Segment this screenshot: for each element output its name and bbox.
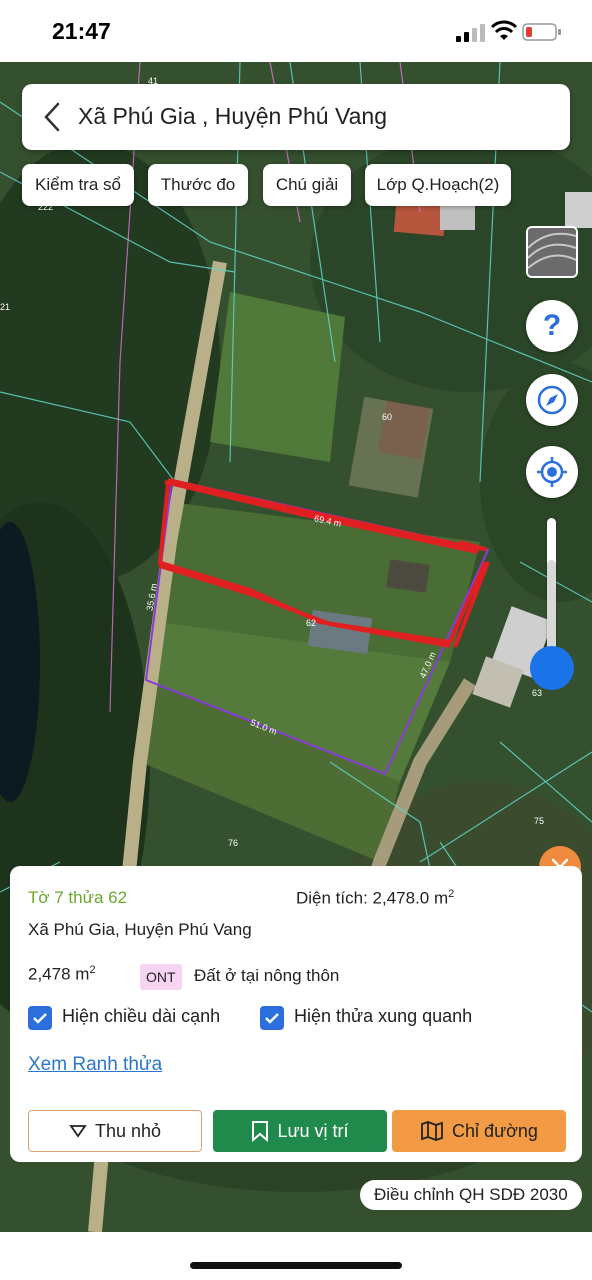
collapse-label: Thu nhỏ bbox=[94, 1120, 162, 1141]
planning-adjustment-pill[interactable]: Điều chỉnh QH SDĐ 2030 bbox=[360, 1180, 582, 1210]
area-text: Diện tích: 2,478.0 m bbox=[296, 888, 449, 908]
parcel-info-card: Tờ 7 thửa 62 Diện tích: 2,478.0 m2 Xã Ph… bbox=[10, 866, 582, 1162]
checkmark-icon bbox=[33, 1013, 47, 1024]
check-book-chip[interactable]: Kiểm tra sổ bbox=[22, 164, 134, 206]
bookmark-icon bbox=[252, 1121, 269, 1142]
land-type: Đất ở tại nông thôn bbox=[194, 966, 340, 985]
map-icon bbox=[421, 1121, 443, 1141]
show-edge-length-label[interactable]: Hiện chiều dài cạnh bbox=[62, 1006, 220, 1027]
help-button[interactable]: ? bbox=[526, 300, 578, 352]
sheet-parcel-number: Tờ 7 thửa 62 bbox=[28, 888, 128, 907]
clock: 21:47 bbox=[52, 18, 111, 44]
opacity-slider-knob[interactable] bbox=[530, 646, 574, 690]
measure-chip[interactable]: Thước đo bbox=[148, 164, 248, 206]
triangle-down-icon bbox=[69, 1125, 87, 1138]
home-indicator-area bbox=[0, 1232, 592, 1280]
area-short-text: 2,478 m bbox=[28, 964, 90, 984]
help-icon: ? bbox=[542, 309, 562, 342]
parcel-number-label: 62 bbox=[306, 618, 317, 628]
directions-button[interactable]: Chỉ đường bbox=[392, 1110, 566, 1152]
parcel-number-label: 75 bbox=[534, 816, 545, 826]
save-location-label: Lưu vị trí bbox=[277, 1120, 349, 1141]
save-location-button[interactable]: Lưu vị trí bbox=[213, 1110, 387, 1152]
compass-icon bbox=[537, 385, 567, 415]
checkmark-icon bbox=[265, 1013, 279, 1024]
layer-thumbnail-icon bbox=[528, 228, 576, 276]
location-title: Xã Phú Gia , Huyện Phú Vang bbox=[78, 103, 387, 129]
collapse-button[interactable]: Thu nhỏ bbox=[28, 1110, 202, 1152]
status-bar: 21:47 bbox=[0, 0, 592, 62]
home-indicator[interactable] bbox=[190, 1262, 402, 1269]
location-header: Xã Phú Gia , Huyện Phú Vang bbox=[22, 84, 570, 150]
battery-low-icon bbox=[522, 23, 561, 41]
cellular-signal-icon bbox=[456, 24, 485, 42]
show-neighbors-label[interactable]: Hiện thửa xung quanh bbox=[294, 1006, 472, 1027]
legend-chip[interactable]: Chú giải bbox=[263, 164, 351, 206]
planning-layer-chip[interactable]: Lớp Q.Hoạch(2) bbox=[365, 164, 511, 206]
parcel-number-label: 63 bbox=[532, 688, 543, 698]
directions-label: Chỉ đường bbox=[452, 1120, 538, 1141]
crosshair-location-icon bbox=[537, 457, 567, 487]
compass-button[interactable] bbox=[526, 374, 578, 426]
parcel-number-label: 21 bbox=[0, 302, 11, 312]
wifi-icon bbox=[490, 20, 518, 40]
my-location-button[interactable] bbox=[526, 446, 578, 498]
map-layer-switcher[interactable] bbox=[526, 226, 578, 278]
area-unit-sup: 2 bbox=[448, 888, 455, 900]
parcel-number-label: 76 bbox=[228, 838, 239, 848]
area-short: 2,478 m2 bbox=[28, 964, 96, 985]
parcel-number-label: 60 bbox=[382, 412, 393, 422]
view-boundary-link[interactable]: Xem Ranh thửa bbox=[28, 1054, 162, 1076]
parcel-address: Xã Phú Gia, Huyện Phú Vang bbox=[28, 920, 252, 939]
show-edge-length-checkbox[interactable] bbox=[28, 1006, 52, 1030]
area-value: Diện tích: 2,478.0 m2 bbox=[296, 888, 454, 909]
back-chevron-icon[interactable] bbox=[38, 100, 68, 134]
area-short-sup: 2 bbox=[89, 964, 96, 976]
land-code-badge: ONT bbox=[140, 964, 182, 990]
show-neighbors-checkbox[interactable] bbox=[260, 1006, 284, 1030]
